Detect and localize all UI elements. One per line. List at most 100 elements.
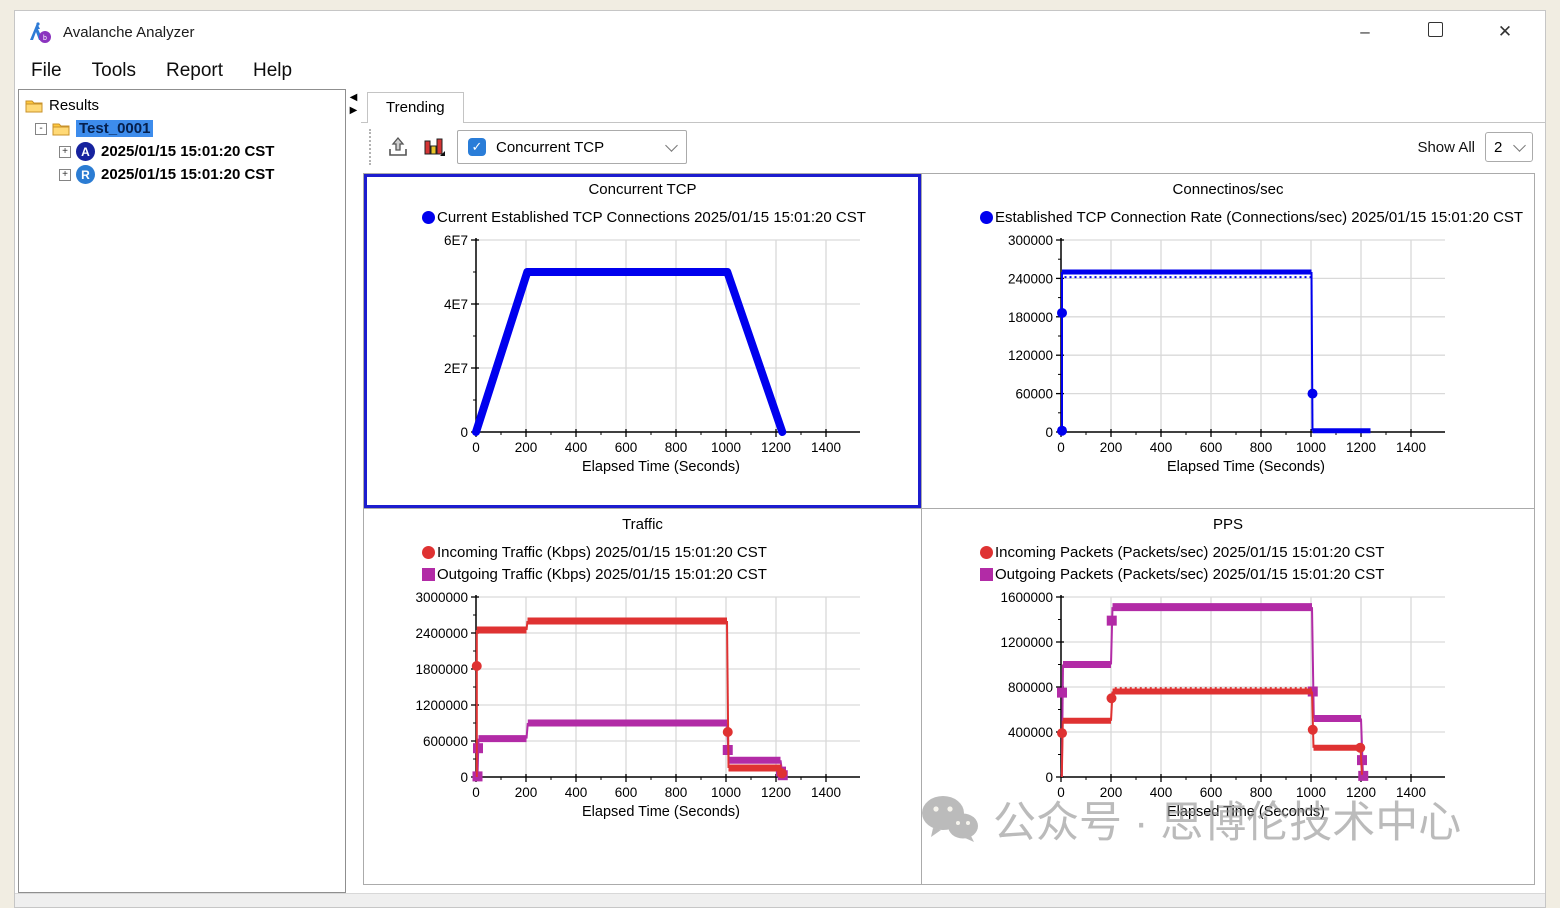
legend-label: Established TCP Connection Rate (Connect… [995,209,1523,226]
menu-report[interactable]: Report [166,60,223,82]
charts-grid: Concurrent TCPCurrent Established TCP Co… [363,173,1535,885]
tree-label-run-r: 2025/01/15 15:01:20 CST [101,166,274,183]
svg-text:800: 800 [665,440,688,455]
menu-file[interactable]: File [31,60,62,82]
tree-label-test-0001: Test_0001 [76,120,153,137]
legend-item: Current Established TCP Connections 2025… [422,206,921,228]
tab-trending[interactable]: Trending [367,92,464,123]
svg-text:b: b [43,35,47,42]
svg-text:0: 0 [1045,770,1053,785]
legend-label: Incoming Packets (Packets/sec) 2025/01/1… [995,544,1384,561]
legend-item: Outgoing Packets (Packets/sec) 2025/01/1… [980,563,1534,585]
chart-type-icon[interactable] [421,134,447,160]
chart-panel-connections-sec[interactable]: Connectinos/sec Established TCP Connectio… [922,174,1534,508]
toolbar-drag-handle[interactable] [369,129,371,165]
statistic-combobox[interactable]: ✓ Concurrent TCP [457,130,687,164]
svg-text:Elapsed Time (Seconds): Elapsed Time (Seconds) [582,459,740,475]
combobox-value: Concurrent TCP [496,139,604,156]
show-all-select[interactable]: 2 [1485,132,1533,162]
checked-checkbox-icon[interactable]: ✓ [468,138,486,156]
svg-text:400: 400 [565,785,588,800]
chart-title: Traffic [364,509,921,538]
maximize-icon [1428,22,1443,37]
tab-strip: Trending [361,89,1545,123]
legend-label: Current Established TCP Connections 2025… [437,209,866,226]
chart-toolbar: ✓ Concurrent TCP Show All 2 [361,123,1545,171]
legend-label: Outgoing Packets (Packets/sec) 2025/01/1… [995,566,1384,583]
svg-text:1400: 1400 [1396,785,1426,800]
collapse-expander-icon[interactable]: - [35,123,47,135]
svg-text:2400000: 2400000 [415,626,468,641]
trending-area: Trending [361,89,1545,893]
chart-panel-traffic[interactable]: Traffic Incoming Traffic (Kbps) 2025/01/1… [364,509,921,884]
chart-legend: Established TCP Connection Rate (Connect… [922,203,1534,228]
panel-splitter[interactable]: ◀ ▶ [346,89,361,893]
chart-panel-concurrent-tcp[interactable]: Concurrent TCPCurrent Established TCP Co… [364,174,921,508]
svg-text:800: 800 [1250,785,1273,800]
svg-text:600: 600 [1200,785,1223,800]
close-button[interactable]: ✕ [1495,22,1515,42]
chart-plot: 0200400600800100012001400060000012000001… [364,585,913,823]
collapse-left-arrow-icon[interactable]: ◀ [350,92,358,104]
chart-panel-pps[interactable]: PPS Incoming Packets (Packets/sec) 2025/0… [922,509,1534,884]
tree-label-results: Results [49,97,99,114]
chart-plot: 020040060080010001200140002E74E76E7Elaps… [364,228,913,478]
svg-text:0: 0 [460,770,468,785]
folder-icon [25,99,43,113]
chevron-down-icon [665,139,678,152]
chart-title: PPS [922,509,1534,538]
svg-text:1800000: 1800000 [415,662,468,677]
export-results-icon[interactable] [385,134,411,160]
svg-text:1200: 1200 [1346,440,1376,455]
svg-text:1400: 1400 [811,440,841,455]
expand-expander-icon[interactable]: + [59,146,71,158]
tree-item-run-a[interactable]: + A 2025/01/15 15:01:20 CST [25,140,345,163]
app-window: b Avalanche Analyzer – ✕ File Tools Repo… [14,10,1546,908]
svg-text:Elapsed Time (Seconds): Elapsed Time (Seconds) [1167,459,1325,475]
svg-text:0: 0 [1045,425,1053,440]
svg-text:300000: 300000 [1008,233,1053,248]
svg-text:1000: 1000 [1296,785,1326,800]
svg-text:1000: 1000 [1296,440,1326,455]
tree-item-test-0001[interactable]: - Test_0001 [25,117,345,140]
desktop: b Avalanche Analyzer – ✕ File Tools Repo… [0,0,1560,908]
svg-text:1200: 1200 [761,440,791,455]
maximize-button[interactable] [1425,22,1445,42]
legend-label: Outgoing Traffic (Kbps) 2025/01/15 15:01… [437,566,767,583]
svg-text:800: 800 [1250,440,1273,455]
tree-item-results[interactable]: Results [25,94,345,117]
minimize-button[interactable]: – [1355,22,1375,42]
svg-text:200: 200 [1100,440,1123,455]
chart-legend: Current Established TCP Connections 2025… [364,203,921,228]
svg-text:600: 600 [615,440,638,455]
svg-text:1200: 1200 [1346,785,1376,800]
svg-text:400: 400 [1150,440,1173,455]
menu-bar: File Tools Report Help [15,53,1545,89]
svg-text:0: 0 [1057,785,1065,800]
menu-tools[interactable]: Tools [92,60,136,82]
svg-text:Elapsed Time (Seconds): Elapsed Time (Seconds) [582,804,740,820]
svg-text:1000: 1000 [711,440,741,455]
menu-help[interactable]: Help [253,60,292,82]
legend-marker-square-icon [980,568,993,581]
svg-text:200: 200 [515,785,538,800]
svg-text:2E7: 2E7 [444,361,468,376]
chart-plot: 0200400600800100012001400060000120000180… [922,228,1526,478]
svg-text:4E7: 4E7 [444,297,468,312]
run-a-badge-icon: A [76,142,95,161]
legend-label: Incoming Traffic (Kbps) 2025/01/15 15:01… [437,544,767,561]
svg-text:3000000: 3000000 [415,590,468,605]
expand-expander-icon[interactable]: + [59,169,71,181]
legend-item: Outgoing Traffic (Kbps) 2025/01/15 15:01… [422,563,921,585]
svg-text:600: 600 [1200,440,1223,455]
svg-text:200: 200 [1100,785,1123,800]
svg-text:1200: 1200 [761,785,791,800]
collapse-right-arrow-icon[interactable]: ▶ [350,105,358,117]
window-title: Avalanche Analyzer [63,24,194,41]
svg-text:120000: 120000 [1008,348,1053,363]
tree-item-run-r[interactable]: + R 2025/01/15 15:01:20 CST [25,163,345,186]
svg-text:600: 600 [615,785,638,800]
show-all-label: Show All [1417,139,1475,156]
svg-text:0: 0 [1057,440,1065,455]
chart-title: Connectinos/sec [922,174,1534,203]
